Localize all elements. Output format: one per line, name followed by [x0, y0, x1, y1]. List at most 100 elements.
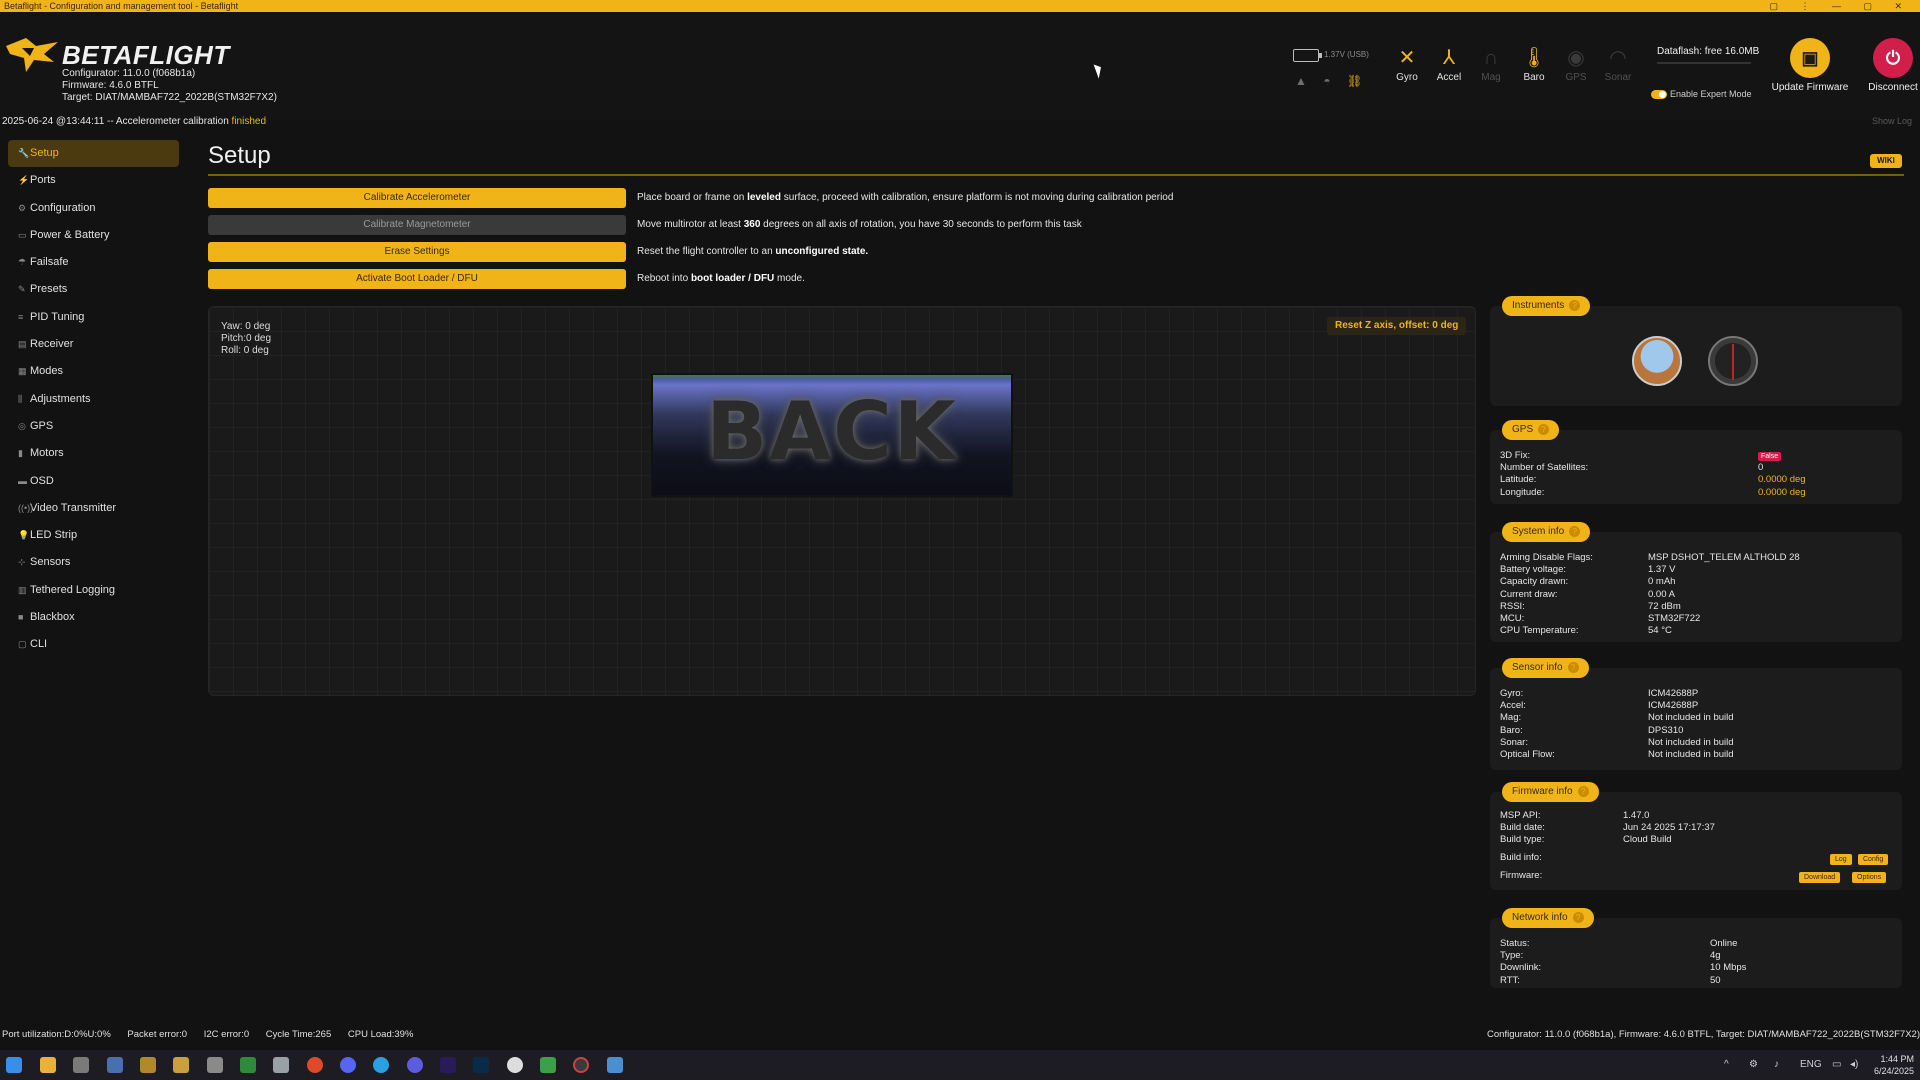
- sidebar-item-sensors[interactable]: ⊹ Sensors: [8, 549, 179, 576]
- sidebar-item-tethered-logging[interactable]: ▥ Tethered Logging: [8, 577, 179, 604]
- language-indicator[interactable]: ENG: [1800, 1059, 1822, 1070]
- betaflight-logo-icon: [6, 38, 58, 72]
- firmware-download-button[interactable]: Download: [1799, 872, 1841, 883]
- start-icon[interactable]: [6, 1057, 22, 1073]
- sensor-mag: ∩ Mag: [1470, 44, 1512, 83]
- wiki-button[interactable]: WIKI: [1870, 154, 1902, 168]
- window-titlebar[interactable]: Betaflight - Configuration and managemen…: [0, 0, 1920, 12]
- sidebar-item-cli[interactable]: ▢ CLI: [8, 631, 179, 658]
- build-info-label: Build info:: [1500, 852, 1542, 863]
- help-icon[interactable]: ?: [1569, 299, 1581, 311]
- photoshop-icon[interactable]: [473, 1057, 489, 1073]
- vtx-icon: ((•)): [18, 502, 34, 513]
- system-clock[interactable]: 1:44 PM 6/24/2025: [1874, 1053, 1914, 1077]
- app-icon[interactable]: [607, 1057, 623, 1073]
- sidebar-item-configuration[interactable]: ⚙ Configuration: [8, 195, 179, 222]
- craft-3d-model: BACK: [651, 373, 1013, 497]
- sidebar-item-osd[interactable]: ▬ OSD: [8, 468, 179, 495]
- sensor-gps: ◉ GPS: [1555, 44, 1597, 83]
- help-icon[interactable]: ?: [1572, 911, 1584, 923]
- app-icon[interactable]: [407, 1057, 423, 1073]
- update-firmware-button[interactable]: ▣ Update Firmware: [1770, 38, 1850, 93]
- betaflight-taskbar-icon[interactable]: [173, 1057, 189, 1073]
- sidebar-item-ports[interactable]: ⚡ Ports: [8, 167, 179, 194]
- page-title: Setup: [208, 142, 271, 169]
- sidebar-item-gps[interactable]: ◎ GPS: [8, 413, 179, 440]
- calibrate-accelerometer-button[interactable]: Calibrate Accelerometer: [208, 188, 626, 208]
- sidebar-item-receiver[interactable]: ▤ Receiver: [8, 331, 179, 358]
- app-icon[interactable]: [240, 1057, 256, 1073]
- help-icon[interactable]: ?: [1569, 525, 1581, 537]
- attitude-indicator-icon: [1632, 336, 1682, 386]
- app-icon[interactable]: [540, 1057, 556, 1073]
- window-title: Betaflight - Configuration and managemen…: [4, 1, 239, 11]
- firmware-options-button[interactable]: Options: [1852, 872, 1887, 883]
- network-values: Online 4g 10 Mbps 50: [1710, 938, 1747, 986]
- help-icon[interactable]: ?: [1567, 661, 1579, 673]
- status-left: Port utilization:D:0%U:0% Packet error:0…: [2, 1027, 427, 1043]
- instruments-card: Instruments?: [1490, 296, 1902, 406]
- firmware-info-header: Configurator: 11.0.0 (f068b1a) Firmware:…: [62, 68, 277, 104]
- sidebar-item-adjustments[interactable]: ⫼ Adjustments: [8, 386, 179, 413]
- help-icon[interactable]: ?: [1577, 785, 1589, 797]
- firmware-version: Firmware: 4.6.0 BTFL: [62, 80, 159, 91]
- app-icon[interactable]: [573, 1057, 589, 1073]
- expert-mode-label: Enable Expert Mode: [1670, 89, 1752, 99]
- telegram-icon[interactable]: [373, 1057, 389, 1073]
- file-explorer-icon[interactable]: [40, 1057, 56, 1073]
- volume-icon[interactable]: ◂): [1850, 1059, 1858, 1070]
- activate-bootloader-desc: Reboot into boot loader / DFU mode.: [637, 273, 805, 284]
- sidebar-item-power-battery[interactable]: ▭ Power & Battery: [8, 222, 179, 249]
- app-icon[interactable]: [73, 1057, 89, 1073]
- sidebar-item-failsafe[interactable]: ☂ Failsafe: [8, 249, 179, 276]
- osd-icon: ▬: [18, 475, 27, 486]
- plug-icon: ⚡: [18, 175, 30, 186]
- app-icon[interactable]: [107, 1057, 123, 1073]
- sidebar-item-video-transmitter[interactable]: ((•)) Video Transmitter: [8, 495, 179, 522]
- erase-settings-button[interactable]: Erase Settings: [208, 242, 626, 262]
- network-icon[interactable]: ▭: [1832, 1059, 1841, 1070]
- sidebar-item-modes[interactable]: ▦ Modes: [8, 358, 179, 385]
- sidebar-item-motors[interactable]: ▮ Motors: [8, 440, 179, 467]
- battery-icon: ▭: [18, 229, 27, 240]
- tray-chevron-icon[interactable]: ^: [1724, 1059, 1729, 1070]
- gps-keys: 3D Fix: Number of Satellites: Latitude: Lon…: [1500, 450, 1589, 498]
- premiere-icon[interactable]: [440, 1057, 456, 1073]
- packet-error: Packet error:0: [127, 1029, 188, 1040]
- reset-z-axis-button[interactable]: Reset Z axis, offset: 0 deg: [1327, 317, 1467, 335]
- sensor-info-card: Sensor info? Gyro: Accel: Mag: Baro: Sonar: O…: [1490, 658, 1902, 770]
- calibrate-magnetometer-button[interactable]: Calibrate Magnetometer: [208, 215, 626, 235]
- sidebar-item-led-strip[interactable]: 💡 LED Strip: [8, 522, 179, 549]
- calibrate-magnetometer-desc: Move multirotor at least 360 degrees on …: [637, 219, 1082, 230]
- firmware-keys: MSP API: Build date: Build type:: [1500, 810, 1545, 846]
- accel-icon: ⅄: [1442, 47, 1456, 69]
- show-log-link[interactable]: Show Log: [1872, 116, 1912, 126]
- build-config-button[interactable]: Config: [1858, 854, 1889, 865]
- sensor-accel: ⅄ Accel: [1428, 44, 1470, 83]
- chrome-icon[interactable]: [307, 1057, 323, 1073]
- app-icon[interactable]: [273, 1057, 289, 1073]
- activate-bootloader-button[interactable]: Activate Boot Loader / DFU: [208, 269, 626, 289]
- toggle-switch-icon[interactable]: [1651, 90, 1667, 100]
- target-name: Target: DIAT/MAMBAF722_2022B(STM32F7X2): [62, 92, 277, 103]
- sidebar-item-blackbox[interactable]: ■ Blackbox: [8, 604, 179, 631]
- disconnect-button[interactable]: ⏻ Disconnect: [1853, 38, 1920, 93]
- app-icon[interactable]: [140, 1057, 156, 1073]
- help-icon[interactable]: ?: [1538, 423, 1550, 435]
- microphone-icon[interactable]: ♪: [1774, 1059, 1779, 1070]
- sidebar-item-setup[interactable]: 🔧 Setup: [8, 140, 179, 168]
- discord-icon[interactable]: [340, 1057, 356, 1073]
- build-log-button[interactable]: Log: [1830, 854, 1852, 865]
- window-controls[interactable]: ▢ ⋮ — ▢ ✕: [1769, 0, 1912, 12]
- sidebar-item-pid-tuning[interactable]: ≡ PID Tuning: [8, 304, 179, 331]
- app-icon[interactable]: [507, 1057, 523, 1073]
- tray-app-icon[interactable]: ⚙: [1749, 1059, 1758, 1070]
- expert-mode-toggle[interactable]: Enable Expert Mode: [1651, 89, 1752, 100]
- dataflash-status: Dataflash: free 16.0MB: [1657, 46, 1760, 57]
- sidebar-item-presets[interactable]: ✎ Presets: [8, 276, 179, 303]
- gear-icon: ⚙: [18, 202, 27, 213]
- app-icon[interactable]: [207, 1057, 223, 1073]
- battery-icon: [1293, 49, 1322, 62]
- log-message: 2025-06-24 @13:44:11 -- Accelerometer ca…: [2, 116, 229, 127]
- instruments-header: Instruments?: [1502, 296, 1591, 316]
